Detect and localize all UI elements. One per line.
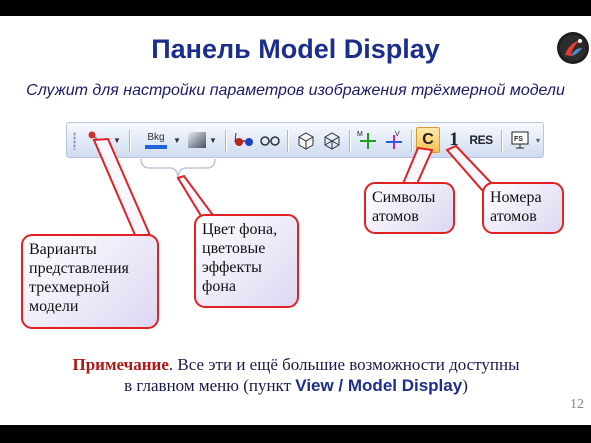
color-swatch [145, 144, 167, 149]
toolbar-separator [225, 130, 226, 152]
gradient-effect-icon[interactable]: ▼ [183, 127, 221, 153]
logo-icon [556, 31, 590, 65]
model-display-toolbar: ▼ Bkg ▼ ▼ M V C 1 RES FS ▾ [66, 122, 544, 158]
callout-atom-numbers: Номера атомов [482, 182, 564, 234]
note-text: Примечание. Все эти и ещё большие возмож… [20, 354, 572, 396]
top-bar [0, 0, 591, 16]
full-screen-icon[interactable]: FS [507, 127, 533, 153]
perspective-icon[interactable] [257, 127, 283, 153]
toolbar-options-arrow-icon[interactable]: ▾ [533, 127, 543, 153]
toolbar-separator [411, 130, 412, 152]
residue-labels-button[interactable]: RES [466, 127, 496, 153]
rotate-axes-icon[interactable]: M [355, 127, 381, 153]
atom-symbols-button[interactable]: C [416, 127, 440, 153]
toolbar-separator [501, 130, 502, 152]
background-dropdown-arrow-icon[interactable]: ▼ [171, 127, 181, 153]
atom-numbers-button[interactable]: 1 [444, 127, 464, 153]
note-line2: в главном меню (пункт [124, 376, 296, 395]
move-axes-icon[interactable]: V [381, 127, 407, 153]
toolbar-separator [129, 130, 130, 152]
svg-text:V: V [395, 131, 400, 138]
svg-text:M: M [357, 131, 363, 138]
cube-box-icon[interactable] [293, 127, 319, 153]
slide-title: Панель Model Display [151, 34, 440, 64]
brace-connector [140, 158, 216, 181]
bottom-bar [0, 425, 591, 443]
slide-subtitle: Служит для настройки параметров изображе… [26, 82, 565, 99]
background-label: Bkg [147, 131, 165, 143]
callout-model-variants: Варианты представления трехмерной модели [21, 234, 159, 329]
wire-box-icon[interactable] [319, 127, 345, 153]
note-menu-path: View / Model Display [295, 376, 463, 395]
toolbar-separator [349, 130, 350, 152]
page-number: 12 [570, 397, 584, 412]
note-end: ) [462, 376, 468, 395]
stereo-glasses-icon[interactable] [231, 127, 257, 153]
callout-background: Цвет фона, цветовые эффекты фона [194, 214, 299, 308]
toolbar-grip[interactable] [73, 132, 76, 150]
full-screen-label: FS [514, 136, 523, 143]
callout-atom-symbols: Символы атомов [364, 182, 455, 234]
ball-and-stick-model-icon[interactable]: ▼ [83, 127, 125, 153]
note-line1: . Все эти и ещё большие возможности дост… [168, 355, 520, 374]
note-label: Примечание [72, 355, 169, 374]
toolbar-separator [287, 130, 288, 152]
dropdown-arrow-icon[interactable]: ▼ [113, 136, 121, 145]
